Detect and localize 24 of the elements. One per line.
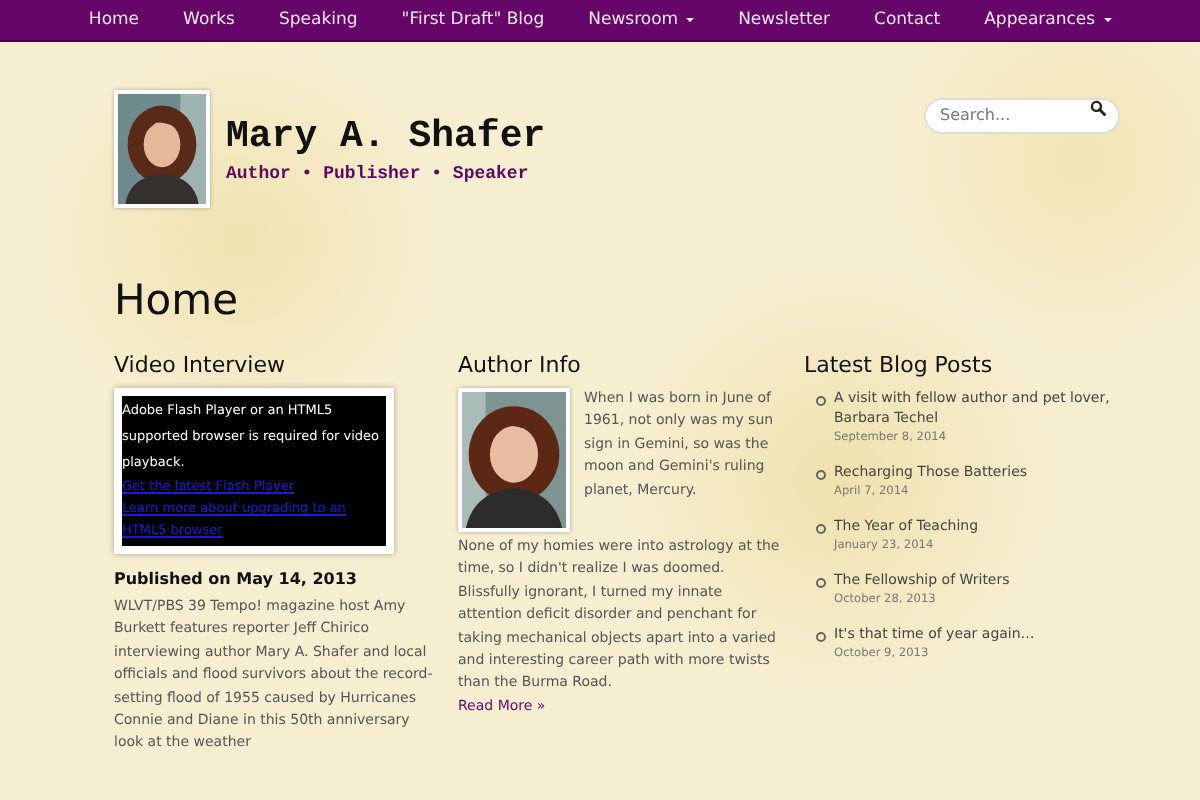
- search-icon[interactable]: [1090, 100, 1106, 116]
- site-tagline: Author • Publisher • Speaker: [226, 164, 531, 184]
- published-date: Published on May 14, 2013: [114, 570, 359, 588]
- bullet-icon: [816, 524, 826, 534]
- site-title[interactable]: Mary A. Shafer: [226, 114, 546, 158]
- bullet-icon: [816, 470, 826, 480]
- caret-icon: [1103, 18, 1112, 22]
- nav-link[interactable]: Newsletter: [716, 10, 853, 30]
- page-title: Home: [114, 276, 241, 324]
- nav-link[interactable]: Works: [161, 10, 257, 30]
- nav-link[interactable]: Home: [66, 10, 162, 30]
- search-field[interactable]: Search...: [924, 97, 1120, 133]
- nav-link[interactable]: Contact: [852, 10, 963, 30]
- bullet-icon: [816, 578, 826, 588]
- section-heading: Author Info: [458, 352, 583, 378]
- section-heading: Video Interview: [114, 352, 287, 378]
- bullet-icon: [816, 632, 826, 642]
- caret-icon: [686, 18, 695, 22]
- bullet-icon: [816, 396, 826, 406]
- nav-link[interactable]: Appearances: [962, 10, 1134, 30]
- nav-link[interactable]: "First Draft" Blog: [379, 10, 567, 30]
- nav-link[interactable]: Newsroom: [566, 10, 717, 30]
- section-heading: Latest Blog Posts: [804, 352, 995, 378]
- nav-link[interactable]: Speaking: [256, 10, 380, 30]
